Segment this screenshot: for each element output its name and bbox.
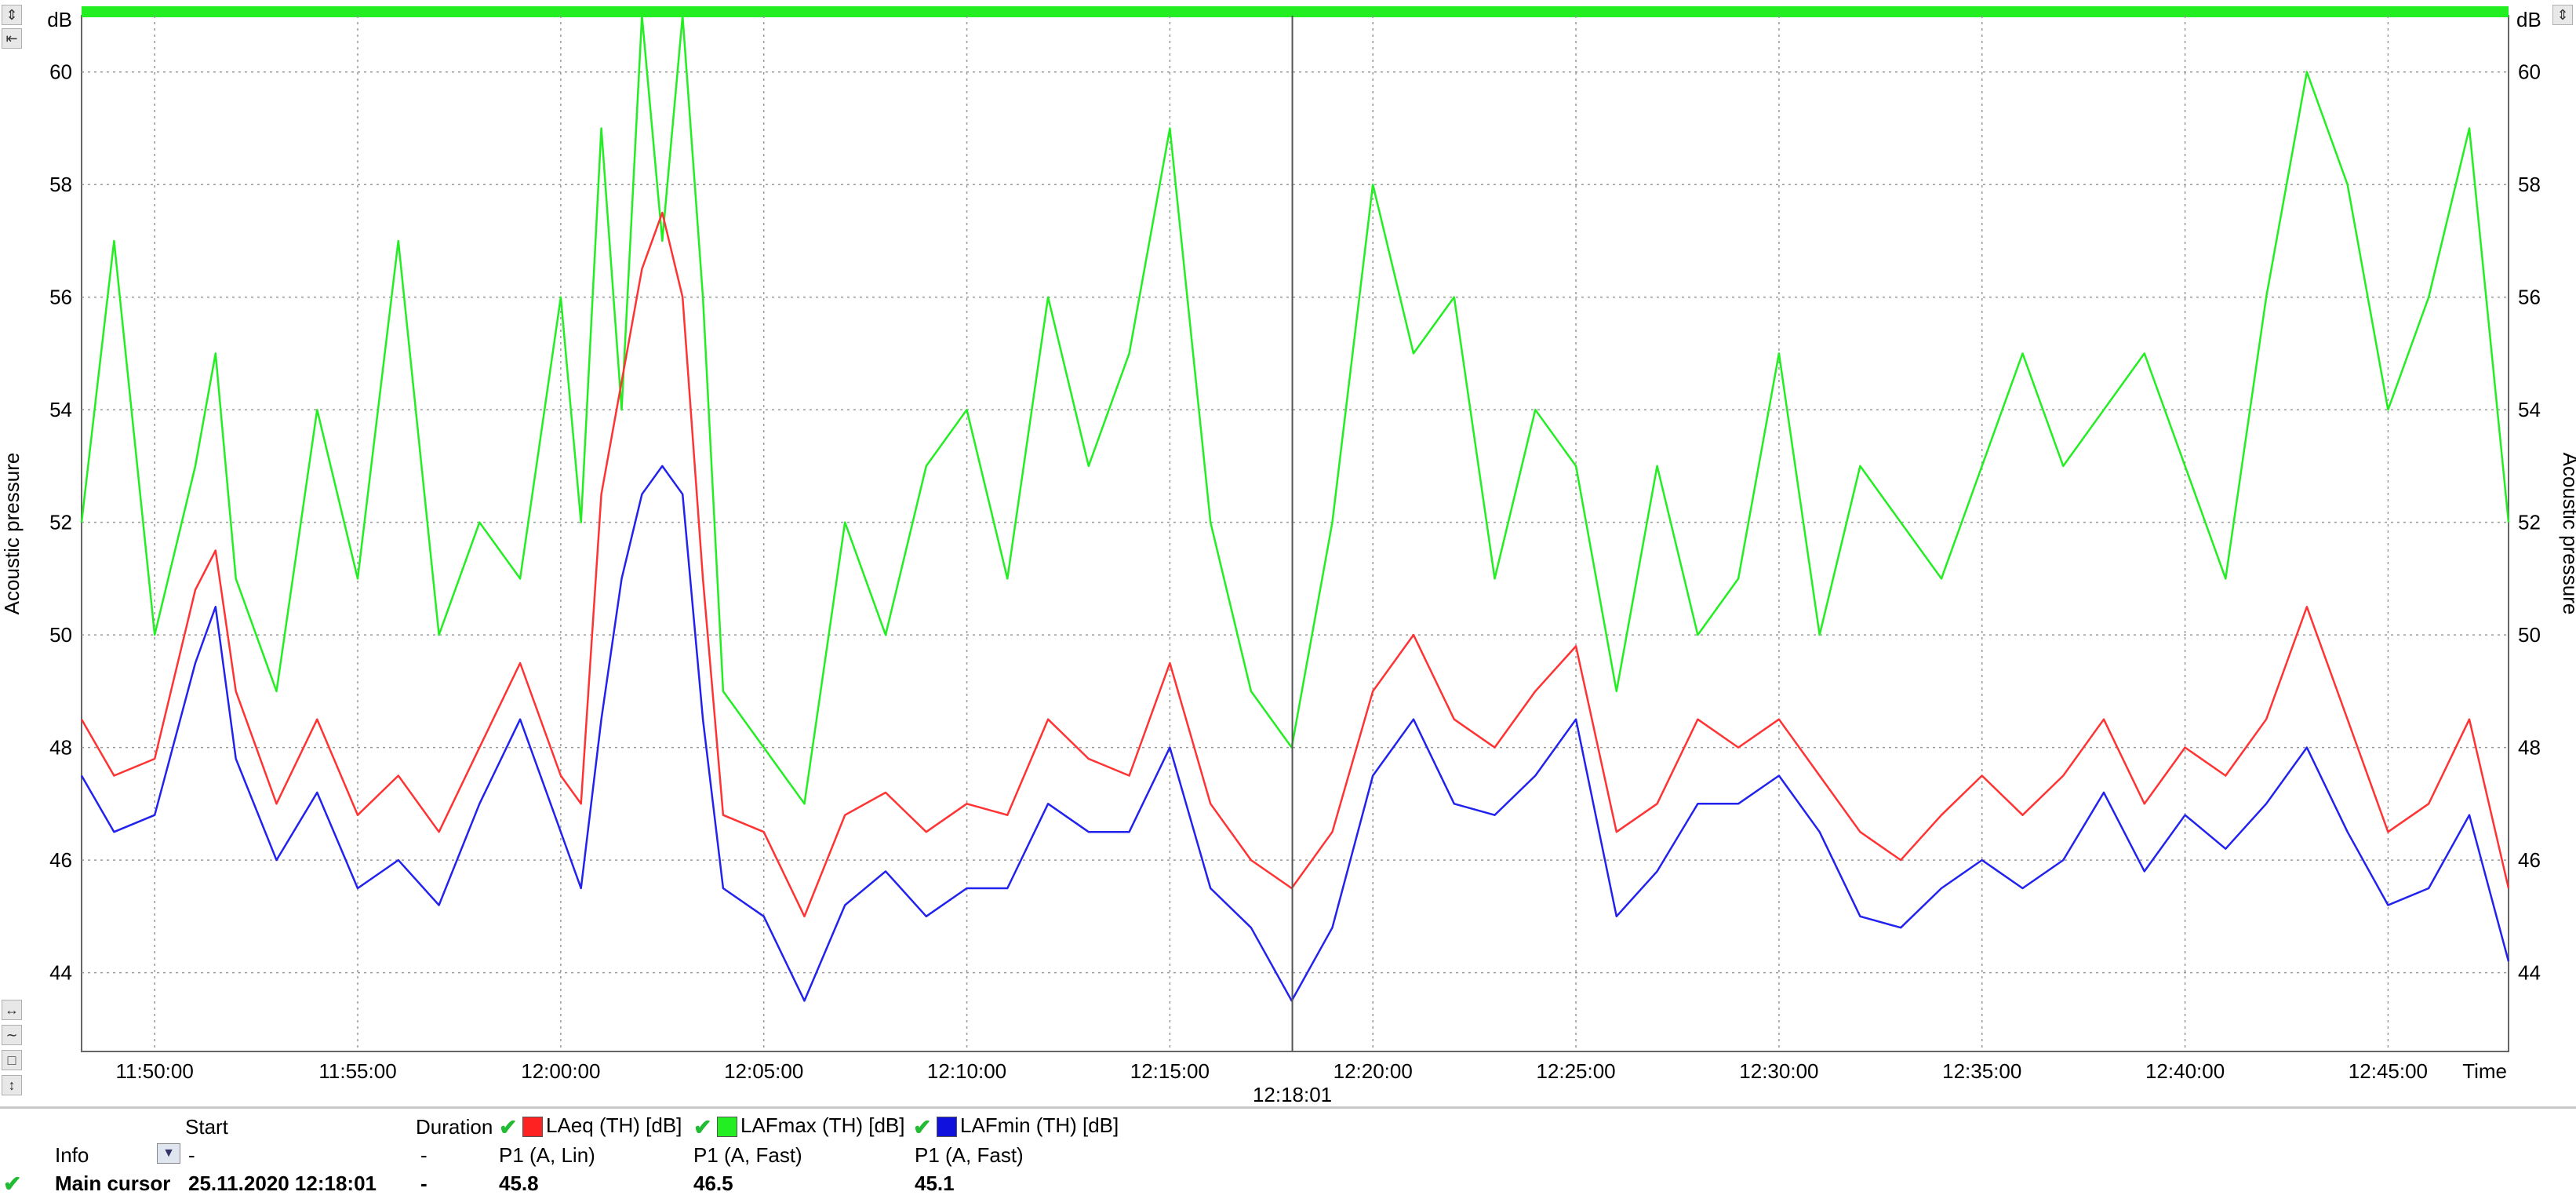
pan-horizontal-icon[interactable]: ↔ (2, 1000, 22, 1020)
header-lafmax[interactable]: ✔ LAFmax (TH) [dB] (693, 1113, 904, 1140)
x-tick-label: 12:20:00 (1333, 1059, 1413, 1083)
y-tick-label-right: 46 (2518, 848, 2541, 872)
header-start: Start (185, 1115, 228, 1139)
y-tick-label-right: 44 (2518, 961, 2541, 985)
y-tick-label-right: 48 (2518, 736, 2541, 760)
expand-icon[interactable]: ⇕ (2552, 5, 2573, 25)
y-tick-label-right: 50 (2518, 623, 2541, 647)
overview-bar (82, 6, 2509, 17)
y-tick-label-right: 54 (2518, 398, 2541, 421)
row-start: 25.11.2020 12:18:01 (188, 1172, 377, 1195)
check-icon[interactable]: ✔ (499, 1114, 522, 1140)
y-tick-label-left: 60 (49, 60, 72, 84)
x-tick-label: 12:00:00 (521, 1059, 600, 1083)
lafmax-swatch (717, 1117, 737, 1138)
row-lafmax: 46.5 (693, 1172, 733, 1195)
subheader-laeq: P1 (A, Lin) (499, 1143, 595, 1167)
y-tick-label-left: 58 (49, 173, 72, 196)
y-unit-label-right: dB (2516, 8, 2541, 31)
x-tick-label: 12:15:00 (1130, 1059, 1210, 1083)
plot-area (81, 15, 2509, 1052)
zoom-fit-icon[interactable]: ⇕ (2, 5, 22, 25)
y-tick-label-right: 56 (2518, 286, 2541, 309)
dropdown-arrow-icon[interactable]: ▼ (157, 1143, 180, 1164)
x-axis-label: Time (2462, 1059, 2507, 1083)
chart-area[interactable]: 44 44 46 46 48 48 50 50 52 52 54 54 56 56 58 58 60 60 11:5… (0, 0, 2576, 1106)
y-tick-label-right: 60 (2518, 60, 2541, 84)
x-tick-label: 12:35:00 (1942, 1059, 2021, 1083)
row-lafmin: 45.1 (915, 1172, 955, 1195)
y-tick-label-left: 56 (49, 286, 72, 309)
row-laeq: 45.8 (499, 1172, 539, 1195)
header-laeq[interactable]: ✔ LAeq (TH) [dB] (499, 1113, 682, 1140)
y-tick-label-left: 44 (49, 961, 72, 985)
x-tick-label: 11:50:00 (116, 1059, 194, 1083)
row-label: Main cursor (55, 1172, 171, 1195)
y-tick-label-left: 54 (49, 398, 72, 421)
cursor-table: Start Duration ✔ LAeq (TH) [dB] ✔ LAFmax (… (0, 1106, 2576, 1199)
x-tick-label: 12:30:00 (1739, 1059, 1818, 1083)
expand-icon[interactable]: ⇤ (2, 28, 22, 49)
x-tick-label: 12:45:00 (2349, 1059, 2428, 1083)
wave-icon[interactable]: ∼ (2, 1025, 22, 1045)
laeq-swatch (522, 1117, 543, 1138)
header-lafmin[interactable]: ✔ LAFmin (TH) [dB] (913, 1113, 1119, 1140)
header-info: Info (55, 1143, 89, 1167)
cursor-time-label: 12:18:01 (1253, 1083, 1332, 1106)
square-icon[interactable]: □ (2, 1050, 22, 1070)
check-icon[interactable]: ✔ (693, 1114, 717, 1140)
check-icon[interactable]: ✔ (913, 1114, 937, 1140)
x-tick-label: 11:55:00 (318, 1059, 396, 1083)
subheader-lafmax: P1 (A, Fast) (693, 1143, 802, 1167)
y-tick-label-right: 58 (2518, 173, 2541, 196)
chart-svg[interactable]: 44 44 46 46 48 48 50 50 52 52 54 54 56 56 58 58 60 60 11:5… (0, 0, 2576, 1106)
y-tick-label-left: 48 (49, 736, 72, 760)
check-icon[interactable]: ✔ (3, 1170, 27, 1197)
row-duration: - (420, 1172, 428, 1195)
x-tick-label: 12:25:00 (1536, 1059, 1615, 1083)
x-tick-label: 12:10:00 (927, 1059, 1006, 1083)
x-tick-label: 12:05:00 (724, 1059, 803, 1083)
pan-vertical-icon[interactable]: ↕ (2, 1075, 22, 1095)
y-axis-label-left: Acoustic pressure (0, 453, 24, 615)
subheader-lafmin: P1 (A, Fast) (915, 1143, 1024, 1167)
y-unit-label-left: dB (47, 8, 72, 31)
x-tick-label: 12:40:00 (2145, 1059, 2225, 1083)
y-axis-label-right: Acoustic pressure (2559, 453, 2576, 615)
y-tick-label-right: 52 (2518, 511, 2541, 534)
subheader-duration: - (420, 1143, 428, 1167)
subheader-start: - (188, 1143, 195, 1167)
header-duration: Duration (416, 1115, 493, 1139)
lafmin-swatch (937, 1117, 957, 1138)
y-tick-label-left: 46 (49, 848, 72, 872)
y-tick-label-left: 50 (49, 623, 72, 647)
y-tick-label-left: 52 (49, 511, 72, 534)
